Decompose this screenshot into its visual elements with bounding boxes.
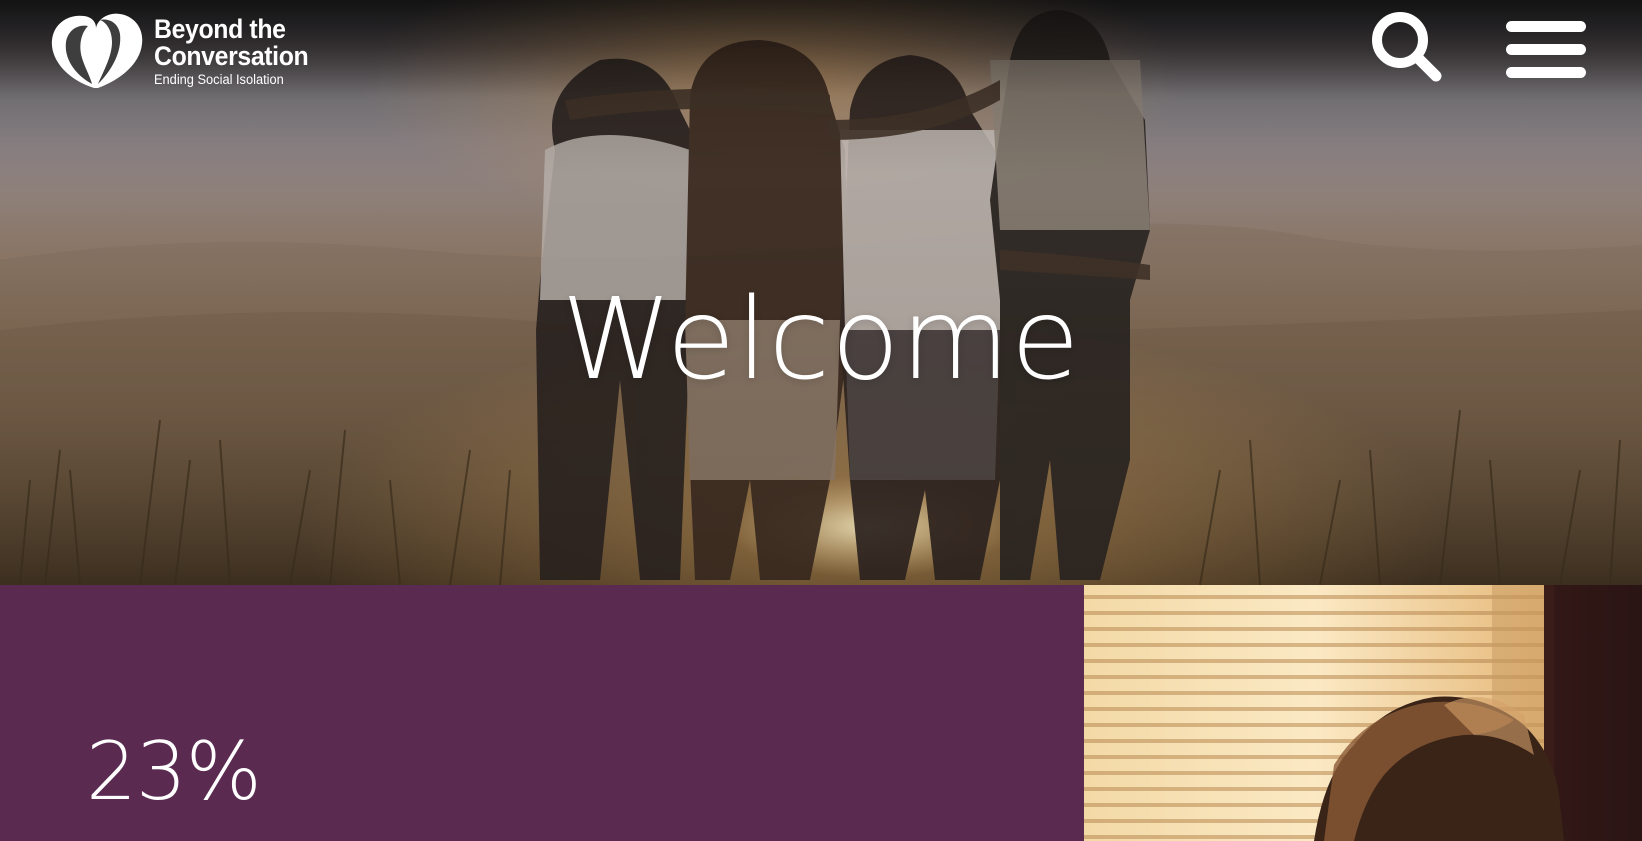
- stat-percentage: 23%: [86, 725, 262, 818]
- stats-photo-woman-by-window: [1084, 585, 1642, 841]
- hero-heading: Welcome: [561, 275, 1081, 406]
- search-button[interactable]: [1368, 8, 1444, 84]
- search-icon: [1372, 12, 1442, 82]
- logo-title-line-2: Conversation: [154, 41, 309, 71]
- home-page: Welcome Beyond the Conversation Ending S…: [0, 0, 1642, 841]
- hamburger-menu-icon: [1506, 21, 1586, 78]
- logo-title-line-1: Beyond the: [154, 14, 286, 44]
- menu-button[interactable]: [1506, 18, 1588, 82]
- window-blinds-image: [1084, 585, 1642, 841]
- logo-tagline: Ending Social Isolation: [154, 72, 284, 87]
- heart-logo-icon: [51, 13, 143, 88]
- stats-section: 23%: [0, 585, 1642, 841]
- site-header: Beyond the Conversation Ending Social Is…: [0, 0, 1642, 100]
- logo-link[interactable]: Beyond the Conversation Ending Social Is…: [48, 10, 322, 90]
- logo-text: Beyond the Conversation Ending Social Is…: [154, 16, 322, 89]
- stats-panel: 23%: [0, 585, 1084, 841]
